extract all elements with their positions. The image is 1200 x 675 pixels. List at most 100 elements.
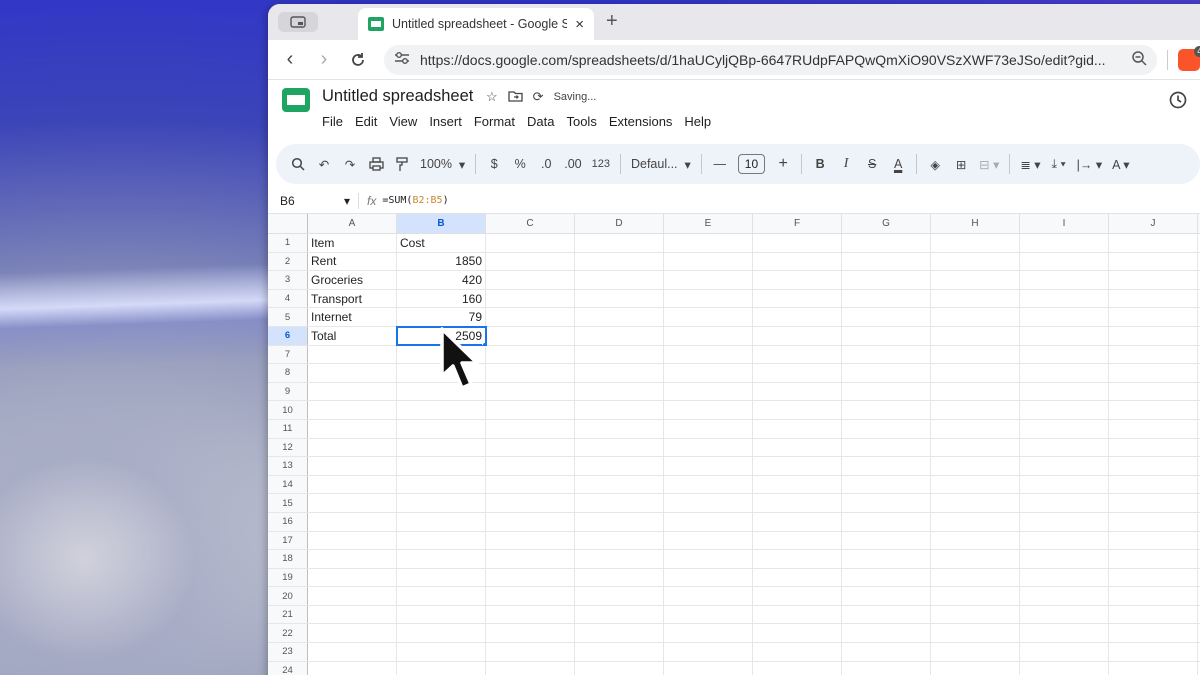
cell-h16[interactable] [931, 512, 1020, 531]
cell-h24[interactable] [931, 661, 1020, 675]
font-select[interactable]: Defaul... ▾ [631, 157, 691, 172]
cell-i20[interactable] [1020, 587, 1109, 605]
cell-e1[interactable] [664, 234, 753, 252]
cell-h20[interactable] [931, 587, 1020, 605]
cell-f23[interactable] [753, 643, 842, 661]
cell-h18[interactable] [931, 550, 1020, 568]
cell-h9[interactable] [931, 382, 1020, 401]
tab-active[interactable]: Untitled spreadsheet - Google Sheets × [358, 8, 594, 40]
cell-g16[interactable] [842, 512, 931, 531]
row-header[interactable]: 12 [268, 438, 308, 457]
cell-j21[interactable] [1109, 605, 1198, 624]
cell-g20[interactable] [842, 587, 931, 605]
cell-c8[interactable] [486, 364, 575, 382]
cell-d15[interactable] [575, 494, 664, 512]
cell-d5[interactable] [575, 308, 664, 326]
cell-i18[interactable] [1020, 550, 1109, 568]
cell-d7[interactable] [575, 345, 664, 364]
row-header[interactable]: 14 [268, 475, 308, 494]
cell-d2[interactable] [575, 252, 664, 271]
cell-j8[interactable] [1109, 364, 1198, 382]
cell-a9[interactable] [308, 382, 397, 401]
row-header[interactable]: 17 [268, 531, 308, 550]
column-header-d[interactable]: D [575, 214, 664, 233]
decrease-decimal-button[interactable]: .0 [538, 157, 554, 171]
strikethrough-icon[interactable]: S [864, 157, 880, 171]
redo-icon[interactable]: ↷ [342, 157, 358, 172]
menu-help[interactable]: Help [684, 114, 711, 129]
cell-d21[interactable] [575, 605, 664, 624]
cell-a8[interactable] [308, 364, 397, 382]
cell-i13[interactable] [1020, 457, 1109, 475]
cell-f5[interactable] [753, 308, 842, 326]
cell-j23[interactable] [1109, 643, 1198, 661]
brave-shields-icon[interactable]: 4 [1178, 45, 1200, 71]
cell-f22[interactable] [753, 624, 842, 643]
cell-c21[interactable] [486, 605, 575, 624]
name-box[interactable]: B6 ▾ [268, 194, 358, 208]
cell-g7[interactable] [842, 345, 931, 364]
cell-f8[interactable] [753, 364, 842, 382]
cell-e16[interactable] [664, 512, 753, 531]
cell-j20[interactable] [1109, 587, 1198, 605]
cell-j1[interactable] [1109, 234, 1198, 252]
cell-e17[interactable] [664, 531, 753, 550]
cell-i11[interactable] [1020, 419, 1109, 438]
cell-f15[interactable] [753, 494, 842, 512]
cell-a11[interactable] [308, 419, 397, 438]
cell-b19[interactable] [397, 568, 486, 587]
cell-b10[interactable] [397, 401, 486, 419]
cell-e13[interactable] [664, 457, 753, 475]
menu-extensions[interactable]: Extensions [609, 114, 673, 129]
column-header-a[interactable]: A [308, 214, 397, 233]
cell-j15[interactable] [1109, 494, 1198, 512]
star-icon[interactable]: ☆ [486, 89, 498, 105]
cell-c16[interactable] [486, 512, 575, 531]
cell-f17[interactable] [753, 531, 842, 550]
cell-c3[interactable] [486, 271, 575, 289]
cell-f3[interactable] [753, 271, 842, 289]
cell-h17[interactable] [931, 531, 1020, 550]
cell-a3[interactable]: Groceries [308, 271, 397, 289]
cell-j12[interactable] [1109, 438, 1198, 457]
cell-i22[interactable] [1020, 624, 1109, 643]
font-size-increase-button[interactable]: + [775, 155, 791, 173]
row-header[interactable]: 16 [268, 512, 308, 531]
cell-j17[interactable] [1109, 531, 1198, 550]
borders-icon[interactable]: ⊞ [953, 157, 969, 172]
cell-e8[interactable] [664, 364, 753, 382]
cell-h1[interactable] [931, 234, 1020, 252]
cell-g11[interactable] [842, 419, 931, 438]
cell-d14[interactable] [575, 475, 664, 494]
cell-f18[interactable] [753, 550, 842, 568]
cell-b17[interactable] [397, 531, 486, 550]
cell-c11[interactable] [486, 419, 575, 438]
number-format-button[interactable]: 123 [592, 158, 610, 170]
cell-a21[interactable] [308, 605, 397, 624]
cell-c2[interactable] [486, 252, 575, 271]
cell-i17[interactable] [1020, 531, 1109, 550]
cell-c23[interactable] [486, 643, 575, 661]
cell-c12[interactable] [486, 438, 575, 457]
cell-a16[interactable] [308, 512, 397, 531]
cell-f9[interactable] [753, 382, 842, 401]
column-header-b[interactable]: B [397, 214, 486, 233]
percent-format-button[interactable]: % [512, 157, 528, 171]
back-icon[interactable]: ‹ [276, 46, 304, 74]
cell-j7[interactable] [1109, 345, 1198, 364]
cell-h23[interactable] [931, 643, 1020, 661]
cell-c5[interactable] [486, 308, 575, 326]
cell-a15[interactable] [308, 494, 397, 512]
cell-c4[interactable] [486, 289, 575, 308]
cell-g19[interactable] [842, 568, 931, 587]
cell-a22[interactable] [308, 624, 397, 643]
cell-d23[interactable] [575, 643, 664, 661]
cell-j24[interactable] [1109, 661, 1198, 675]
cell-a17[interactable] [308, 531, 397, 550]
row-header[interactable]: 15 [268, 494, 308, 512]
version-history-icon[interactable] [1168, 90, 1188, 116]
cell-f12[interactable] [753, 438, 842, 457]
row-header[interactable]: 8 [268, 364, 308, 382]
cell-d16[interactable] [575, 512, 664, 531]
cell-i4[interactable] [1020, 289, 1109, 308]
